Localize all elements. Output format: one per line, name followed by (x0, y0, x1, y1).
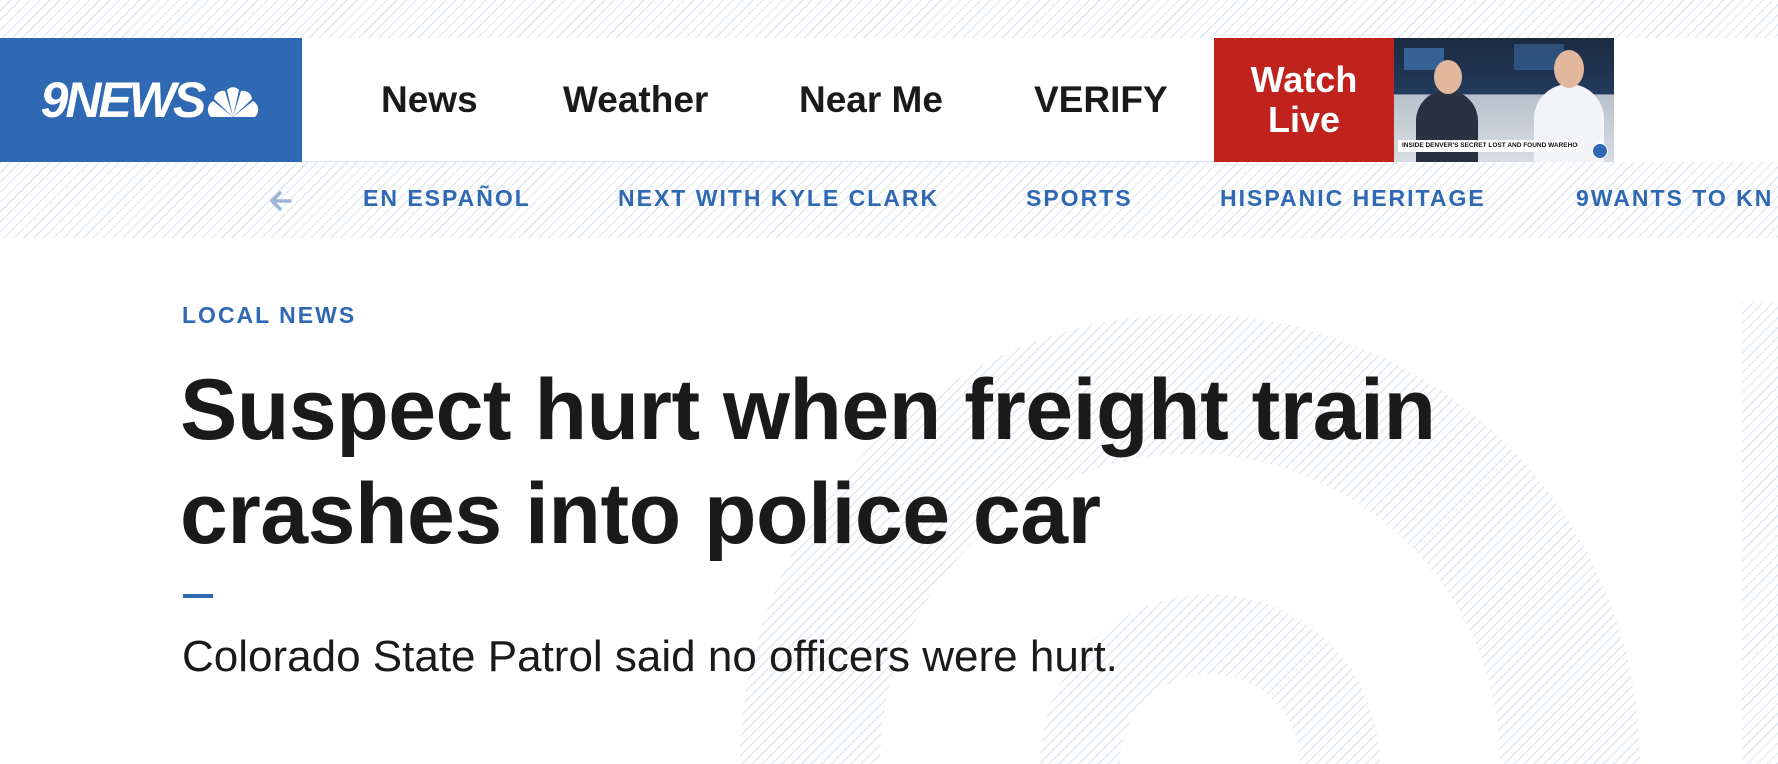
article-headline: Suspect hurt when freight train crashes … (180, 358, 1580, 566)
watch-live-line1: Watch (1250, 59, 1358, 100)
nav-weather[interactable]: Weather (563, 38, 708, 162)
nav-verify[interactable]: VERIFY (1034, 38, 1168, 162)
nav-news[interactable]: News (381, 38, 478, 162)
subnav-hispanic-heritage[interactable]: HISPANIC HERITAGE (1220, 162, 1486, 238)
subnav-sports[interactable]: SPORTS (1026, 162, 1133, 238)
anchor-right-head (1554, 50, 1584, 88)
arrow-left-icon[interactable] (264, 184, 298, 218)
nav-near-me[interactable]: Near Me (799, 38, 943, 162)
thumbnail-caption: INSIDE DENVER'S SECRET LOST AND FOUND WA… (1398, 140, 1578, 152)
subnav-next-with-kyle-clark[interactable]: NEXT WITH KYLE CLARK (618, 162, 939, 238)
logo-text: 9NEWS (40, 72, 207, 128)
watch-live-line2: Live (1267, 99, 1341, 140)
article-header: LOCAL NEWS Suspect hurt when freight tra… (0, 238, 1778, 764)
nbc-peacock-icon (208, 87, 259, 117)
accent-rule (183, 594, 213, 598)
live-video-thumbnail[interactable]: INSIDE DENVER'S SECRET LOST AND FOUND WA… (1394, 38, 1614, 162)
subnav-9wants-to-know[interactable]: 9WANTS TO KN (1576, 162, 1773, 238)
article-subhead: Colorado State Patrol said no officers w… (182, 632, 1118, 681)
subnav-en-espanol[interactable]: EN ESPAÑOL (363, 162, 531, 238)
channel-bug-icon (1592, 143, 1608, 159)
headline-line-2: crashes into police car (180, 466, 1101, 562)
article-category[interactable]: LOCAL NEWS (182, 302, 356, 329)
right-edge-decoration (1742, 303, 1778, 764)
secondary-nav: EN ESPAÑOL NEXT WITH KYLE CLARK SPORTS H… (0, 162, 1778, 238)
top-hatch-strip (0, 0, 1778, 38)
watch-live-button[interactable]: Watch Live (1214, 38, 1394, 162)
site-logo[interactable]: 9NEWS (0, 38, 302, 162)
anchor-left-head (1434, 60, 1462, 94)
headline-line-1: Suspect hurt when freight train (180, 362, 1436, 458)
site-header: 9NEWS News Weather Near Me VERIFY Watch … (0, 38, 1778, 162)
